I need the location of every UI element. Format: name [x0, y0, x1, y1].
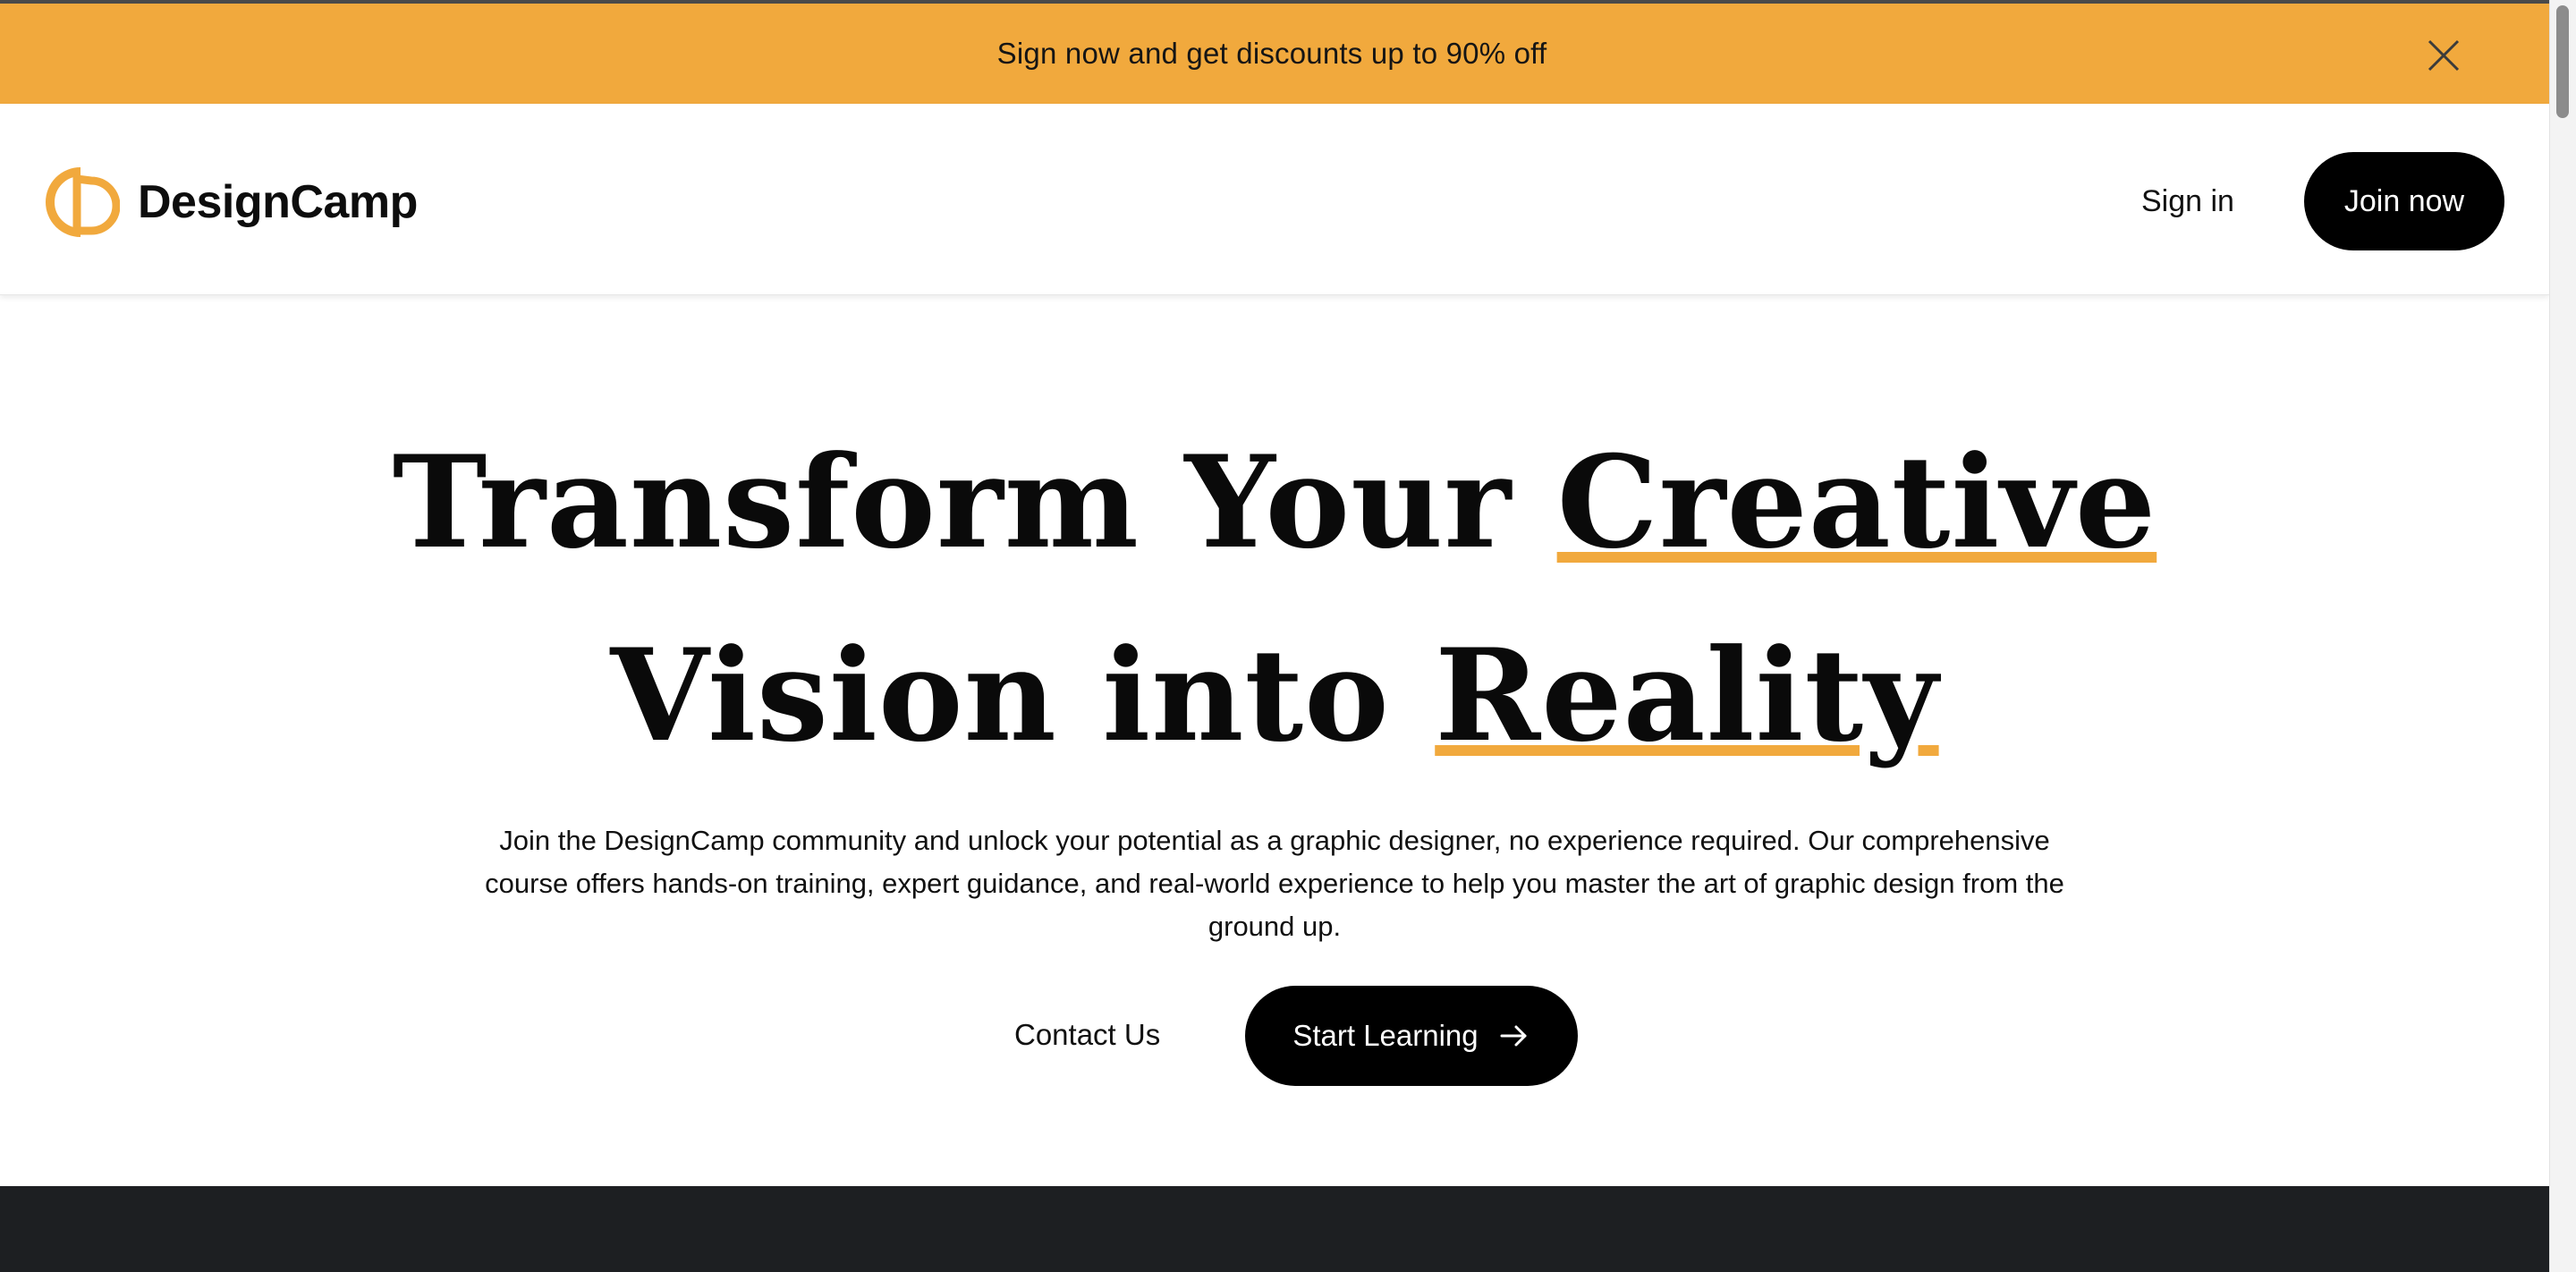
browser-viewport: Sign now and get discounts up to 90% off… [0, 0, 2549, 1272]
arrow-right-icon [1500, 1025, 1527, 1047]
start-learning-label: Start Learning [1292, 1019, 1479, 1052]
vertical-scrollbar[interactable] [2549, 0, 2576, 1272]
site-header: DesignCamp Sign in Join now [0, 104, 2549, 295]
hero-title: Transform Your Creative Vision into Real… [0, 406, 2549, 793]
announcement-text: Sign now and get discounts up to 90% off [996, 37, 1547, 70]
contact-us-link[interactable]: Contact Us [1014, 1018, 1160, 1052]
announcement-bar: Sign now and get discounts up to 90% off [0, 4, 2549, 104]
join-now-label: Join now [2343, 183, 2465, 218]
hero-title-highlight: Reality [1435, 622, 1939, 770]
close-icon[interactable] [2426, 38, 2462, 73]
hero-title-line-2: Vision into Reality [0, 599, 2549, 793]
hero-title-text: Transform Your [392, 428, 1557, 577]
hero-description: Join the DesignCamp community and unlock… [485, 825, 2064, 942]
sign-in-link[interactable]: Sign in [2141, 184, 2234, 219]
start-learning-button[interactable]: Start Learning [1245, 986, 1578, 1086]
hero-title-highlight: Creative [1556, 428, 2157, 577]
brand-logo[interactable]: DesignCamp [41, 165, 418, 240]
hero-title-line-1: Transform Your Creative [0, 406, 2549, 599]
designcamp-logo-icon [46, 167, 120, 237]
scrollbar-thumb[interactable] [2556, 5, 2569, 118]
hero-title-text: Vision into [610, 622, 1436, 770]
join-now-button[interactable]: Join now [2304, 152, 2504, 250]
brand-name: DesignCamp [138, 176, 418, 228]
next-section-band [0, 1186, 2549, 1272]
